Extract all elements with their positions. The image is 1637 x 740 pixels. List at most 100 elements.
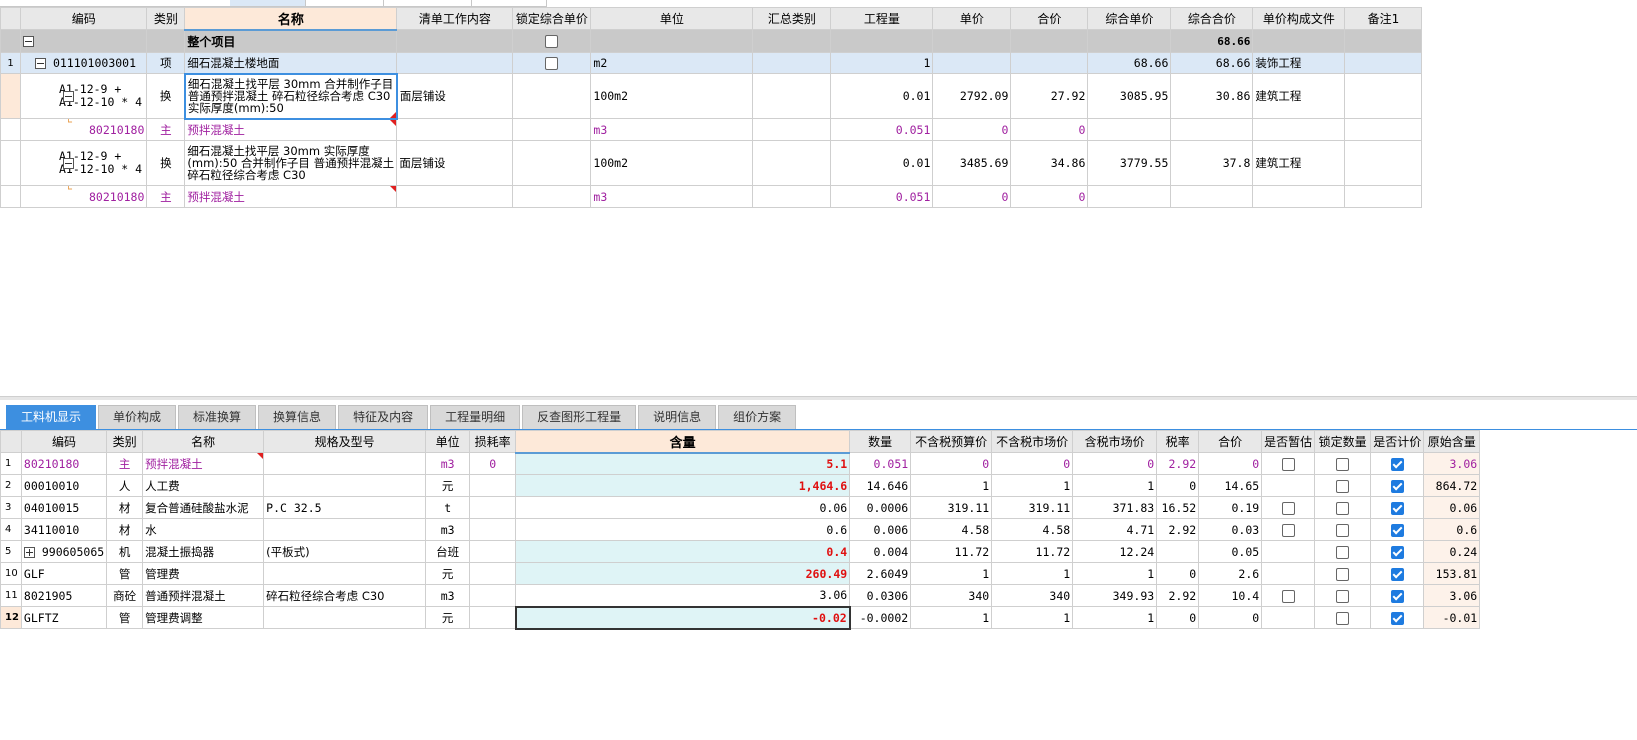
market-cell[interactable]: 1 — [991, 606, 1074, 629]
resource-row[interactable]: 5 990605065 机 混凝土振捣器 (平板式) 台班 0.4 0.004 … — [0, 540, 1481, 563]
qty-cell[interactable]: 0.01 — [830, 140, 934, 186]
code-cell[interactable]: 8021905 — [20, 584, 108, 607]
resource-row[interactable]: 4 34110010 材 水 m3 0.6 0.006 4.58 4.58 4.… — [0, 518, 1481, 541]
market-tax-cell[interactable]: 1 — [1072, 606, 1158, 629]
tab-standard-conversion[interactable]: 标准换算 — [178, 405, 257, 429]
tax-cell[interactable]: 0 — [1156, 606, 1200, 629]
lock-qty-checkbox[interactable] — [1336, 545, 1350, 559]
col-header-unit[interactable]: 单位 — [425, 430, 471, 453]
resource-row[interactable]: 2 00010010 人 人工费 元 1,464.6 14.646 1 1 1 … — [0, 474, 1481, 497]
market-tax-cell[interactable]: 4.71 — [1072, 518, 1158, 541]
tab-description[interactable]: 说明信息 — [638, 405, 717, 429]
tab-features-content[interactable]: 特征及内容 — [338, 405, 429, 429]
col-header-tax-rate[interactable]: 税率 — [1156, 430, 1200, 453]
tab-pricing-scheme[interactable]: 组价方案 — [718, 405, 797, 429]
spec-cell[interactable]: P.C 32.5 — [263, 496, 427, 519]
summary-type-cell[interactable] — [752, 118, 832, 141]
qty-cell[interactable]: 14.646 — [849, 474, 912, 497]
col-header-name[interactable]: 名称 — [142, 430, 265, 453]
market-cell[interactable]: 11.72 — [991, 540, 1074, 563]
lock-qty-checkbox[interactable] — [1336, 523, 1350, 537]
qty-cell[interactable]: 0.0306 — [849, 584, 912, 607]
market-tax-cell[interactable]: 349.93 — [1072, 584, 1158, 607]
qty-cell[interactable]: 0.006 — [849, 518, 912, 541]
budget-cell[interactable]: 1 — [910, 606, 993, 629]
tax-cell[interactable]: 16.52 — [1156, 496, 1200, 519]
col-header-lock-qty[interactable]: 锁定数量 — [1314, 430, 1372, 453]
market-cell[interactable]: 0 — [991, 452, 1074, 475]
tax-cell[interactable]: 2.92 — [1156, 452, 1200, 475]
name-cell[interactable]: 细石混凝土找平层 30mm 实际厚度(mm):50 合并制作子目 普通预拌混凝土… — [184, 140, 398, 186]
col-header-comp-unit-price[interactable]: 综合单价 — [1087, 7, 1172, 30]
expand-icon[interactable] — [23, 546, 35, 558]
col-header-loss-rate[interactable]: 损耗率 — [469, 430, 517, 453]
market-cell[interactable]: 1 — [991, 474, 1074, 497]
lock-price-checkbox[interactable] — [545, 35, 559, 48]
summary-label[interactable]: 整个项目 — [184, 29, 398, 53]
col-header-total[interactable]: 合价 — [1198, 430, 1263, 453]
loss-cell[interactable] — [469, 474, 517, 497]
content-cell[interactable] — [396, 185, 514, 208]
col-header-content[interactable]: 含量 — [515, 430, 851, 454]
col-header-unit[interactable]: 单位 — [590, 7, 754, 30]
code-cell[interactable]: 011101003001 — [19, 52, 148, 74]
priced-checkbox[interactable] — [1390, 589, 1404, 603]
provisional-checkbox[interactable] — [1281, 589, 1295, 603]
qty-cell[interactable]: 0.051 — [830, 118, 934, 141]
unit-cell[interactable]: m3 — [590, 118, 754, 141]
qty-cell[interactable]: 0.01 — [830, 73, 934, 119]
market-tax-cell[interactable]: 1 — [1072, 562, 1158, 585]
unit-cell[interactable]: 元 — [425, 562, 471, 585]
col-header-market-price-tax[interactable]: 含税市场价 — [1072, 430, 1158, 453]
name-cell[interactable]: 水 — [142, 518, 265, 541]
col-header-comp-total[interactable]: 综合合价 — [1170, 7, 1254, 30]
loss-cell[interactable] — [469, 540, 517, 563]
col-header-lock-price[interactable]: 锁定综合单价 — [512, 7, 592, 30]
type-cell[interactable]: 商砼 — [106, 584, 144, 607]
qty-cell[interactable]: 0.004 — [849, 540, 912, 563]
content-cell[interactable]: 260.49 — [515, 562, 851, 585]
collapse-icon[interactable] — [23, 36, 34, 47]
market-cell[interactable]: 1 — [991, 562, 1074, 585]
unit-cell[interactable]: m3 — [425, 584, 471, 607]
lock-qty-checkbox[interactable] — [1336, 479, 1350, 493]
tab-unit-price-composition[interactable]: 单价构成 — [98, 405, 177, 429]
budget-cell[interactable]: 1 — [910, 474, 993, 497]
type-cell[interactable]: 机 — [106, 540, 144, 563]
spec-cell[interactable]: 碎石粒径综合考虑 C30 — [263, 584, 427, 607]
tab-quantity-details[interactable]: 工程量明细 — [430, 405, 521, 429]
quota-row[interactable]: A1-12-9 + A1-12-10 * 4 换 细石混凝土找平层 30mm 合… — [0, 72, 1423, 120]
name-cell[interactable]: 管理费 — [142, 562, 265, 585]
content-cell[interactable]: 3.06 — [515, 584, 851, 607]
content-cell[interactable]: 0.4 — [515, 540, 851, 563]
col-header-price-file[interactable]: 单价构成文件 — [1252, 7, 1346, 30]
loss-cell[interactable] — [469, 518, 517, 541]
material-row[interactable]: └ 80210180 主 预拌混凝土 m3 0.051 0 0 — [0, 185, 1423, 208]
name-cell[interactable]: 预拌混凝土 — [184, 118, 398, 141]
col-header-work-content[interactable]: 清单工作内容 — [396, 7, 514, 30]
spec-cell[interactable] — [263, 474, 427, 497]
content-cell[interactable]: 5.1 — [515, 452, 851, 475]
market-cell[interactable]: 4.58 — [991, 518, 1074, 541]
unit-cell[interactable]: m3 — [425, 518, 471, 541]
col-header-spec[interactable]: 规格及型号 — [263, 430, 427, 453]
priced-checkbox[interactable] — [1390, 611, 1404, 625]
type-cell[interactable]: 主 — [106, 452, 144, 475]
spec-cell[interactable]: (平板式) — [263, 540, 427, 563]
unit-cell[interactable]: 100m2 — [590, 140, 754, 186]
unit-cell[interactable]: 元 — [425, 474, 471, 497]
file-cell[interactable] — [1252, 185, 1346, 208]
code-cell[interactable]: └ 80210180 — [19, 118, 148, 141]
priced-checkbox[interactable] — [1390, 501, 1404, 515]
col-header-unit-price[interactable]: 单价 — [932, 7, 1012, 30]
col-header-total[interactable]: 合价 — [1010, 7, 1089, 30]
remark-cell[interactable] — [1344, 185, 1423, 208]
market-tax-cell[interactable]: 1 — [1072, 474, 1158, 497]
remark-cell[interactable] — [1344, 118, 1423, 141]
col-header-provisional[interactable]: 是否暂估 — [1261, 430, 1316, 453]
spec-cell[interactable] — [263, 606, 427, 629]
type-cell[interactable]: 管 — [106, 606, 144, 629]
col-header-summary-type[interactable]: 汇总类别 — [752, 7, 832, 30]
priced-checkbox[interactable] — [1390, 523, 1404, 537]
qty-cell[interactable]: 0.051 — [830, 185, 934, 208]
